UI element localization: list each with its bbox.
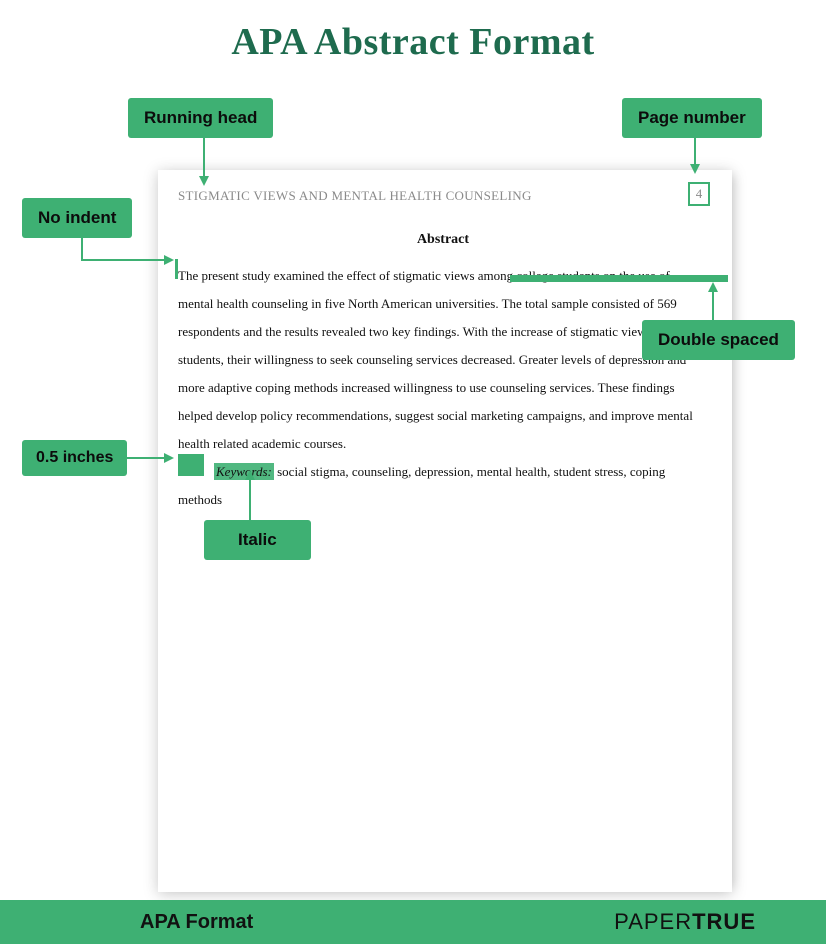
callout-italic: Italic <box>204 520 311 560</box>
abstract-heading: Abstract <box>178 232 708 248</box>
callout-running-head: Running head <box>128 98 273 138</box>
double-space-bar <box>510 275 728 282</box>
page-number: 4 <box>696 186 703 202</box>
page-number-box: 4 <box>688 182 710 206</box>
brand-part1: PAPER <box>614 909 692 934</box>
callout-page-number: Page number <box>622 98 762 138</box>
footer-bar: APA Format PAPERTRUE <box>0 900 826 944</box>
brand-logo: PAPERTRUE <box>614 909 756 935</box>
indent-marker <box>178 454 204 476</box>
arrow-page-number <box>688 136 708 174</box>
brand-part2: TRUE <box>692 909 756 934</box>
footer-label: APA Format <box>140 911 253 934</box>
callout-double-spaced: Double spaced <box>642 320 795 360</box>
abstract-block: The present study examined the effect of… <box>178 262 708 458</box>
page-title: APA Abstract Format <box>0 0 826 64</box>
keywords-label: Keywords: <box>214 463 274 480</box>
no-indent-marker <box>175 259 178 279</box>
keywords-line: Keywords: social stigma, counseling, dep… <box>178 458 708 514</box>
keywords-block: Keywords: social stigma, counseling, dep… <box>178 458 708 514</box>
callout-half-inch: 0.5 inches <box>22 440 127 476</box>
abstract-body: The present study examined the effect of… <box>178 262 708 458</box>
callout-no-indent: No indent <box>22 198 132 238</box>
running-head-text: STIGMATIC VIEWS AND MENTAL HEALTH COUNSE… <box>178 188 708 204</box>
